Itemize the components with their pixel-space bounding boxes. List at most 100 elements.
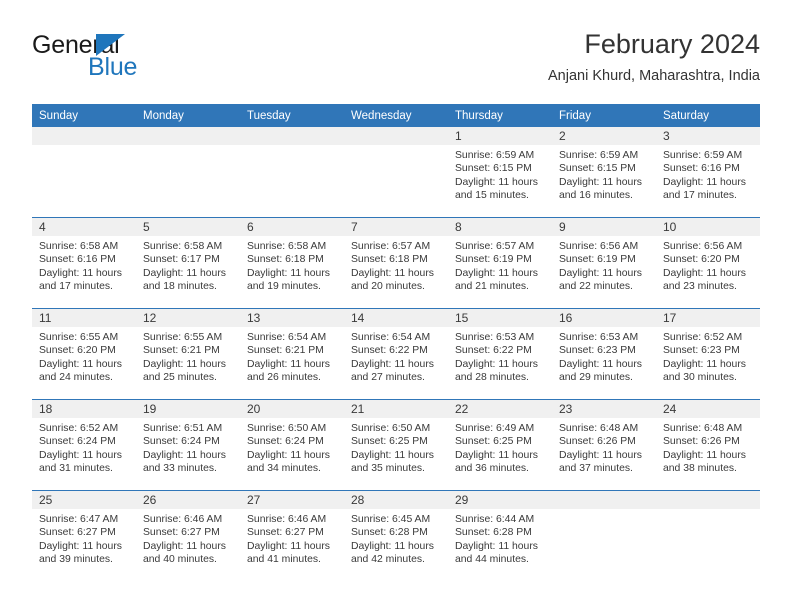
daylight-text: Daylight: 11 hours and 44 minutes. xyxy=(455,540,538,566)
sunrise-text: Sunrise: 6:47 AM xyxy=(39,514,119,525)
calendar-cell-empty xyxy=(240,127,344,217)
day-details: Sunrise: 6:59 AM Sunset: 6:16 PM Daylight:… xyxy=(656,145,760,203)
calendar-day-cell[interactable]: 20 Sunrise: 6:50 AM Sunset: 6:24 PM Dayligh… xyxy=(240,400,344,490)
calendar-cell-empty xyxy=(552,491,656,581)
sunset-text: Sunset: 6:26 PM xyxy=(663,436,740,448)
daylight-text: Daylight: 11 hours and 25 minutes. xyxy=(143,358,226,384)
day-number: 19 xyxy=(136,400,240,418)
day-number: 3 xyxy=(656,127,760,145)
calendar-table: Sunday Monday Tuesday Wednesday Thursday Frid… xyxy=(32,104,760,581)
daylight-text: Daylight: 11 hours and 34 minutes. xyxy=(247,449,330,475)
sunset-text: Sunset: 6:21 PM xyxy=(247,345,324,357)
day-number: 21 xyxy=(344,400,448,418)
day-number: 2 xyxy=(552,127,656,145)
calendar-day-cell[interactable]: 23 Sunrise: 6:48 AM Sunset: 6:26 PM Dayligh… xyxy=(552,400,656,490)
calendar-day-cell[interactable]: 7 Sunrise: 6:57 AM Sunset: 6:18 PM Daylight… xyxy=(344,218,448,308)
sunset-text: Sunset: 6:24 PM xyxy=(247,436,324,448)
calendar-day-cell[interactable]: 3 Sunrise: 6:59 AM Sunset: 6:16 PM Daylight… xyxy=(656,127,760,217)
day-number: 17 xyxy=(656,309,760,327)
weekday-header-sunday: Sunday xyxy=(32,104,136,127)
sunrise-text: Sunrise: 6:56 AM xyxy=(559,241,639,252)
sunset-text: Sunset: 6:18 PM xyxy=(247,254,324,266)
calendar-day-cell[interactable]: 17 Sunrise: 6:52 AM Sunset: 6:23 PM Dayligh… xyxy=(656,309,760,399)
day-details: Sunrise: 6:59 AM Sunset: 6:15 PM Daylight:… xyxy=(448,145,552,203)
calendar-day-cell[interactable]: 1 Sunrise: 6:59 AM Sunset: 6:15 PM Daylight… xyxy=(448,127,552,217)
calendar-day-cell[interactable]: 19 Sunrise: 6:51 AM Sunset: 6:24 PM Dayligh… xyxy=(136,400,240,490)
calendar-day-cell[interactable]: 8 Sunrise: 6:57 AM Sunset: 6:19 PM Daylight… xyxy=(448,218,552,308)
calendar-day-cell[interactable]: 16 Sunrise: 6:53 AM Sunset: 6:23 PM Dayligh… xyxy=(552,309,656,399)
calendar-day-cell[interactable]: 29 Sunrise: 6:44 AM Sunset: 6:28 PM Dayligh… xyxy=(448,491,552,581)
day-number: 18 xyxy=(32,400,136,418)
sunset-text: Sunset: 6:23 PM xyxy=(559,345,636,357)
page-subtitle: Anjani Khurd, Maharashtra, India xyxy=(548,68,760,84)
daylight-text: Daylight: 11 hours and 29 minutes. xyxy=(559,358,642,384)
calendar-day-cell[interactable]: 26 Sunrise: 6:46 AM Sunset: 6:27 PM Dayligh… xyxy=(136,491,240,581)
day-number: 15 xyxy=(448,309,552,327)
daylight-text: Daylight: 11 hours and 20 minutes. xyxy=(351,267,434,293)
day-details: Sunrise: 6:50 AM Sunset: 6:24 PM Daylight:… xyxy=(240,418,344,476)
calendar-day-cell[interactable]: 28 Sunrise: 6:45 AM Sunset: 6:28 PM Dayligh… xyxy=(344,491,448,581)
calendar-day-cell[interactable]: 27 Sunrise: 6:46 AM Sunset: 6:27 PM Dayligh… xyxy=(240,491,344,581)
calendar-day-cell[interactable]: 11 Sunrise: 6:55 AM Sunset: 6:20 PM Dayligh… xyxy=(32,309,136,399)
sunset-text: Sunset: 6:21 PM xyxy=(143,345,220,357)
day-details: Sunrise: 6:58 AM Sunset: 6:17 PM Daylight:… xyxy=(136,236,240,294)
day-number xyxy=(136,127,240,145)
calendar-cell-empty xyxy=(136,127,240,217)
weekday-header-friday: Friday xyxy=(552,104,656,127)
sunset-text: Sunset: 6:16 PM xyxy=(39,254,116,266)
daylight-text: Daylight: 11 hours and 40 minutes. xyxy=(143,540,226,566)
calendar-day-cell[interactable]: 6 Sunrise: 6:58 AM Sunset: 6:18 PM Daylight… xyxy=(240,218,344,308)
day-details: Sunrise: 6:59 AM Sunset: 6:15 PM Daylight:… xyxy=(552,145,656,203)
calendar-day-cell[interactable]: 2 Sunrise: 6:59 AM Sunset: 6:15 PM Daylight… xyxy=(552,127,656,217)
sunrise-text: Sunrise: 6:52 AM xyxy=(39,423,119,434)
daylight-text: Daylight: 11 hours and 42 minutes. xyxy=(351,540,434,566)
daylight-text: Daylight: 11 hours and 24 minutes. xyxy=(39,358,122,384)
day-number xyxy=(32,127,136,145)
sunrise-text: Sunrise: 6:58 AM xyxy=(143,241,223,252)
daylight-text: Daylight: 11 hours and 17 minutes. xyxy=(39,267,122,293)
sunrise-text: Sunrise: 6:54 AM xyxy=(351,332,431,343)
day-details: Sunrise: 6:55 AM Sunset: 6:20 PM Daylight:… xyxy=(32,327,136,385)
day-details: Sunrise: 6:58 AM Sunset: 6:18 PM Daylight:… xyxy=(240,236,344,294)
day-details: Sunrise: 6:58 AM Sunset: 6:16 PM Daylight:… xyxy=(32,236,136,294)
calendar-day-cell[interactable]: 25 Sunrise: 6:47 AM Sunset: 6:27 PM Dayligh… xyxy=(32,491,136,581)
calendar-day-cell[interactable]: 13 Sunrise: 6:54 AM Sunset: 6:21 PM Dayligh… xyxy=(240,309,344,399)
sunrise-text: Sunrise: 6:55 AM xyxy=(39,332,119,343)
daylight-text: Daylight: 11 hours and 37 minutes. xyxy=(559,449,642,475)
calendar-day-cell[interactable]: 14 Sunrise: 6:54 AM Sunset: 6:22 PM Dayligh… xyxy=(344,309,448,399)
calendar-day-cell[interactable]: 22 Sunrise: 6:49 AM Sunset: 6:25 PM Dayligh… xyxy=(448,400,552,490)
calendar-day-cell[interactable]: 9 Sunrise: 6:56 AM Sunset: 6:19 PM Daylight… xyxy=(552,218,656,308)
calendar-day-cell[interactable]: 12 Sunrise: 6:55 AM Sunset: 6:21 PM Dayligh… xyxy=(136,309,240,399)
sunrise-text: Sunrise: 6:50 AM xyxy=(247,423,327,434)
calendar-day-cell[interactable]: 15 Sunrise: 6:53 AM Sunset: 6:22 PM Dayligh… xyxy=(448,309,552,399)
day-details: Sunrise: 6:45 AM Sunset: 6:28 PM Daylight:… xyxy=(344,509,448,567)
day-details: Sunrise: 6:47 AM Sunset: 6:27 PM Daylight:… xyxy=(32,509,136,567)
daylight-text: Daylight: 11 hours and 41 minutes. xyxy=(247,540,330,566)
day-number: 4 xyxy=(32,218,136,236)
sunset-text: Sunset: 6:22 PM xyxy=(351,345,428,357)
sunset-text: Sunset: 6:27 PM xyxy=(247,527,324,539)
calendar-day-cell[interactable]: 21 Sunrise: 6:50 AM Sunset: 6:25 PM Dayligh… xyxy=(344,400,448,490)
day-number: 1 xyxy=(448,127,552,145)
sunrise-text: Sunrise: 6:49 AM xyxy=(455,423,535,434)
calendar-day-cell[interactable]: 10 Sunrise: 6:56 AM Sunset: 6:20 PM Dayligh… xyxy=(656,218,760,308)
calendar-day-cell[interactable]: 5 Sunrise: 6:58 AM Sunset: 6:17 PM Daylight… xyxy=(136,218,240,308)
sunrise-text: Sunrise: 6:57 AM xyxy=(351,241,431,252)
calendar-day-cell[interactable]: 18 Sunrise: 6:52 AM Sunset: 6:24 PM Dayligh… xyxy=(32,400,136,490)
day-number: 22 xyxy=(448,400,552,418)
sunrise-text: Sunrise: 6:59 AM xyxy=(559,150,639,161)
daylight-text: Daylight: 11 hours and 36 minutes. xyxy=(455,449,538,475)
sunset-text: Sunset: 6:15 PM xyxy=(455,163,532,175)
calendar-week-row: 1 Sunrise: 6:59 AM Sunset: 6:15 PM Daylight… xyxy=(32,127,760,218)
weekday-header-tuesday: Tuesday xyxy=(240,104,344,127)
sunrise-text: Sunrise: 6:45 AM xyxy=(351,514,431,525)
daylight-text: Daylight: 11 hours and 33 minutes. xyxy=(143,449,226,475)
daylight-text: Daylight: 11 hours and 28 minutes. xyxy=(455,358,538,384)
sunset-text: Sunset: 6:28 PM xyxy=(351,527,428,539)
day-details: Sunrise: 6:49 AM Sunset: 6:25 PM Daylight:… xyxy=(448,418,552,476)
calendar-day-cell[interactable]: 4 Sunrise: 6:58 AM Sunset: 6:16 PM Daylight… xyxy=(32,218,136,308)
daylight-text: Daylight: 11 hours and 15 minutes. xyxy=(455,176,538,202)
calendar-day-cell[interactable]: 24 Sunrise: 6:48 AM Sunset: 6:26 PM Dayligh… xyxy=(656,400,760,490)
day-details: Sunrise: 6:53 AM Sunset: 6:22 PM Daylight:… xyxy=(448,327,552,385)
calendar-week-row: 25 Sunrise: 6:47 AM Sunset: 6:27 PM Dayligh… xyxy=(32,490,760,581)
